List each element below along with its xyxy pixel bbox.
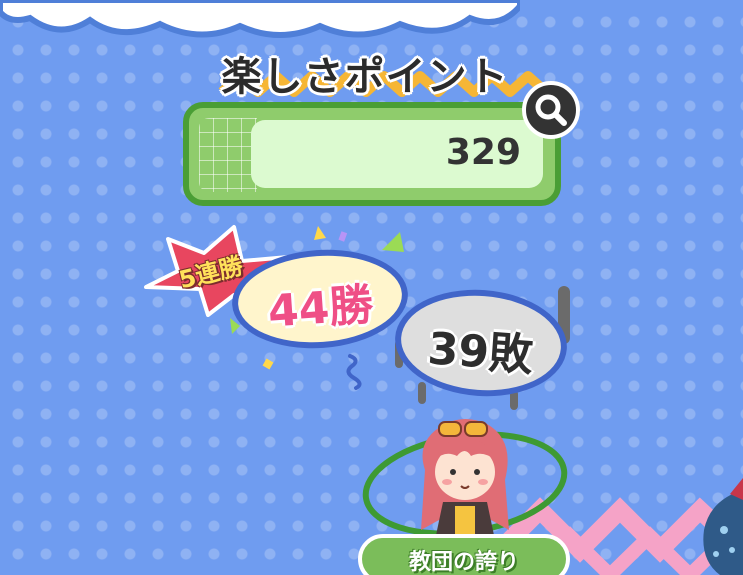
title-banner: 楽しさポイント xyxy=(200,40,560,102)
magnifier-icon xyxy=(535,94,567,126)
title-badge-button[interactable]: 教団の誇り xyxy=(358,534,570,575)
score-panel: 329 xyxy=(183,102,561,206)
score-field: 329 xyxy=(251,120,543,188)
search-button[interactable] xyxy=(522,81,580,139)
wins-label: 44勝 xyxy=(266,279,375,338)
losses-label: 39敗 xyxy=(426,323,535,382)
score-value: 329 xyxy=(445,132,521,173)
character-avatar xyxy=(421,419,509,540)
losses-bubble: 39敗 xyxy=(391,284,571,402)
score-grid-decoration xyxy=(199,118,257,192)
badge-label: 教団の誇り xyxy=(408,550,519,575)
page-title: 楽しさポイント xyxy=(221,54,509,100)
top-cloud xyxy=(0,0,520,38)
creature-figure xyxy=(703,478,743,575)
